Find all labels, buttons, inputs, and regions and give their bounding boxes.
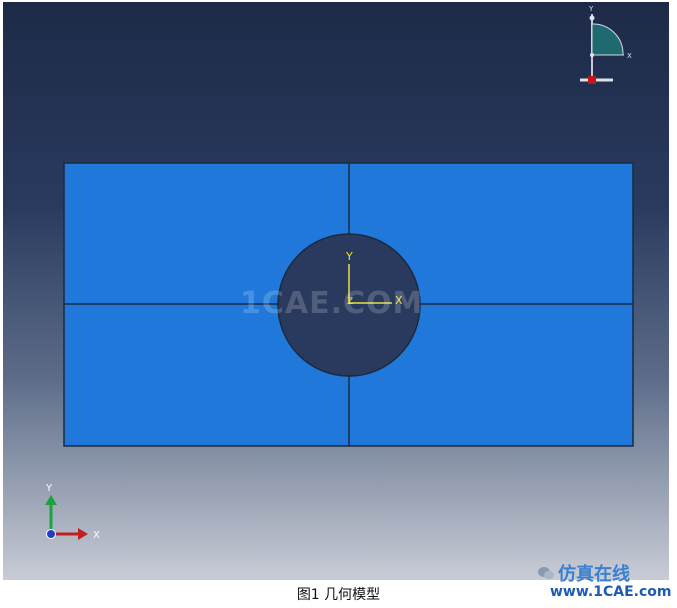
triad-x-label: X bbox=[93, 530, 100, 541]
figure-caption: 图1 几何模型 bbox=[296, 587, 381, 603]
triad-y-label: Y bbox=[45, 483, 53, 494]
triad-y-arrowhead bbox=[45, 495, 57, 505]
triad-z-axis bbox=[46, 529, 56, 539]
quadrant-y-dot bbox=[589, 15, 595, 21]
quadrant-x-label: X bbox=[627, 52, 632, 60]
quadrant-origin-marker bbox=[588, 76, 596, 84]
quadrant-center-dot bbox=[590, 53, 594, 57]
triad-x-arrowhead bbox=[78, 528, 88, 540]
global-triad-icon: Y X bbox=[45, 483, 100, 541]
view-quadrant-icon[interactable]: Y X bbox=[580, 5, 632, 84]
quadrant-y-label: Y bbox=[588, 5, 594, 13]
brand-name: 仿真在线 bbox=[558, 564, 630, 585]
quadrant-wedge bbox=[591, 23, 624, 56]
model-csys-y-label: Y bbox=[345, 250, 353, 263]
wechat-icon bbox=[538, 567, 554, 579]
watermark-text: 1CAE.COM bbox=[240, 286, 424, 321]
